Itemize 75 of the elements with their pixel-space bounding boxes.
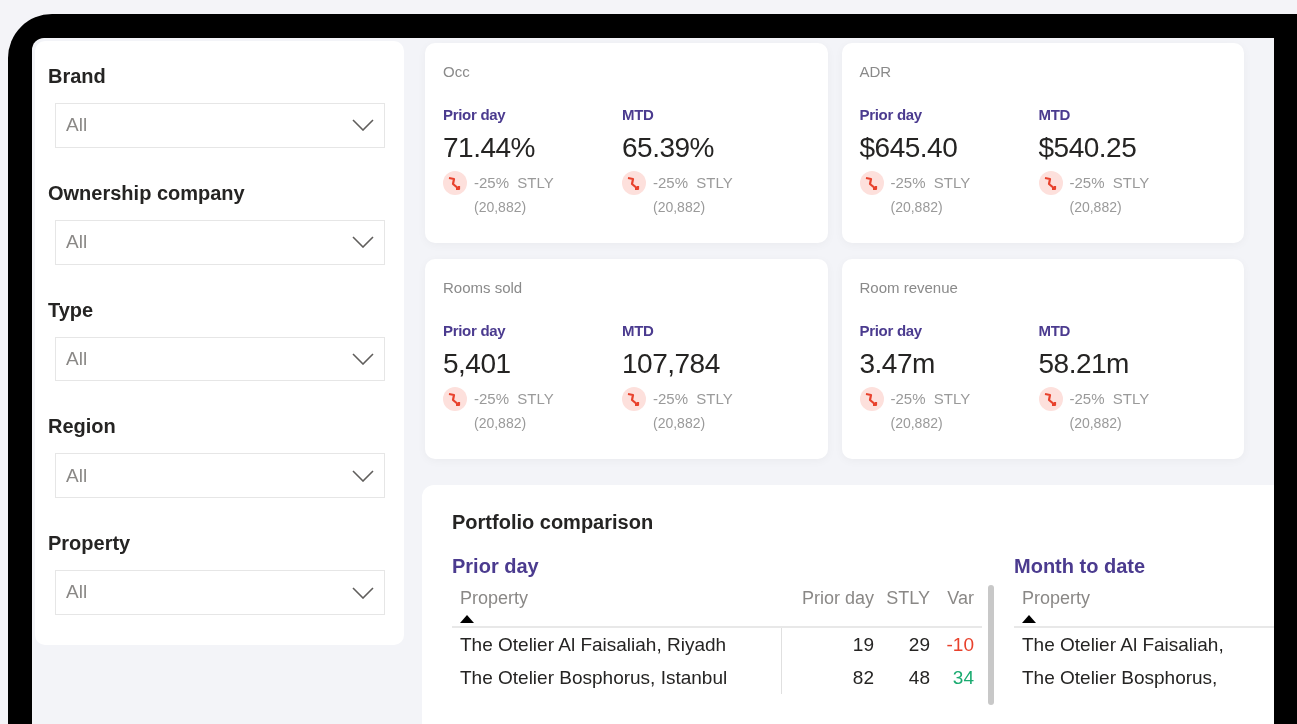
filter-label: Type	[48, 297, 95, 323]
filter-label: Brand	[48, 64, 107, 89]
table-cell-text: -10	[945, 633, 975, 657]
comparison-value: (20,882)	[652, 198, 707, 217]
comparison-value: (20,882)	[889, 198, 944, 217]
dropdown-value: All	[66, 346, 88, 371]
metric-value: 5,401	[443, 347, 512, 381]
metric-label: Prior day	[443, 320, 507, 341]
metric-label: Prior day	[859, 104, 923, 125]
table-cell-text: 82	[851, 666, 875, 690]
table-cell-text: The Otelier Al Faisaliah,	[1021, 633, 1225, 657]
comparison-value: (20,882)	[473, 198, 528, 217]
metric-value: 3.47m	[859, 347, 936, 381]
chevron-down-icon	[352, 353, 374, 365]
dropdown[interactable]: All	[55, 103, 385, 148]
metric-value: 58.21m	[1038, 347, 1130, 381]
metric-label: Prior day	[443, 104, 507, 125]
table-cell-text: 48	[907, 666, 931, 690]
dropdown[interactable]: All	[55, 219, 385, 265]
dropdown-value: All	[66, 580, 88, 605]
table-cell: The Otelier Bosphorus, Istanbul	[452, 661, 782, 694]
change-text: -25% STLY	[1069, 172, 1150, 193]
metric-label: MTD	[622, 320, 655, 341]
table-title: Month to date	[1014, 554, 1147, 579]
kpi-title: ADR	[859, 62, 893, 82]
change-text: -25% STLY	[890, 172, 971, 193]
filter-label: Ownership company	[48, 180, 246, 206]
table-title: Prior day	[452, 554, 540, 579]
dropdown[interactable]: All	[55, 453, 385, 499]
change-text: -25% STLY	[474, 172, 554, 193]
column-header[interactable]: Property	[1022, 585, 1091, 612]
metric-label: MTD	[1038, 104, 1072, 125]
dropdown[interactable]: All	[55, 336, 385, 382]
change-text: -25% STLY	[1069, 388, 1150, 409]
table-cell-text: 34	[951, 666, 975, 690]
dropdown-value: All	[66, 113, 88, 138]
change-text: -25% STLY	[890, 388, 971, 409]
comparison-value: (20,882)	[1068, 198, 1123, 217]
metric-value: 71.44%	[443, 131, 536, 165]
chevron-down-icon	[352, 469, 374, 482]
filter-label: Region	[48, 414, 117, 440]
comparison-value: (20,882)	[652, 414, 707, 433]
column-header[interactable]: Var	[947, 585, 974, 612]
chevron-down-icon	[352, 236, 374, 249]
chevron-down-icon	[352, 586, 374, 599]
dropdown-value: All	[66, 463, 88, 488]
dropdown-value: All	[66, 229, 88, 254]
scrollbar[interactable]	[988, 585, 994, 705]
metric-label: MTD	[622, 104, 655, 125]
change-text: -25% STLY	[474, 388, 554, 409]
comparison-value: (20,882)	[473, 414, 528, 433]
table-cell-text: 19	[851, 633, 875, 657]
column-header[interactable]: Prior day	[801, 585, 874, 612]
change-text: -25% STLY	[653, 388, 733, 409]
table-cell-text: The Otelier Bosphorus,	[1021, 666, 1219, 690]
kpi-title: Rooms sold	[443, 278, 524, 298]
column-header[interactable]: Property	[460, 585, 529, 612]
filter-label: Property	[48, 531, 132, 557]
metric-value: 65.39%	[622, 131, 715, 165]
metric-value: 107,784	[622, 347, 721, 381]
kpi-title: Occ	[443, 62, 471, 82]
column-header[interactable]: STLY	[886, 585, 930, 612]
metric-value: $645.40	[859, 131, 959, 165]
comparison-value: (20,882)	[889, 414, 944, 433]
metric-value: $540.25	[1038, 131, 1138, 165]
table-cell-text: 29	[907, 633, 931, 657]
comparison-value: (20,882)	[1068, 414, 1123, 433]
section-title: Portfolio comparison	[452, 510, 655, 535]
change-text: -25% STLY	[653, 172, 733, 193]
dropdown[interactable]: All	[55, 570, 385, 615]
table-cell: The Otelier Al Faisaliah, Riyadh	[452, 628, 782, 661]
kpi-title: Room revenue	[859, 278, 959, 298]
metric-label: MTD	[1038, 320, 1072, 341]
chevron-down-icon	[352, 119, 374, 132]
metric-label: Prior day	[859, 320, 923, 341]
